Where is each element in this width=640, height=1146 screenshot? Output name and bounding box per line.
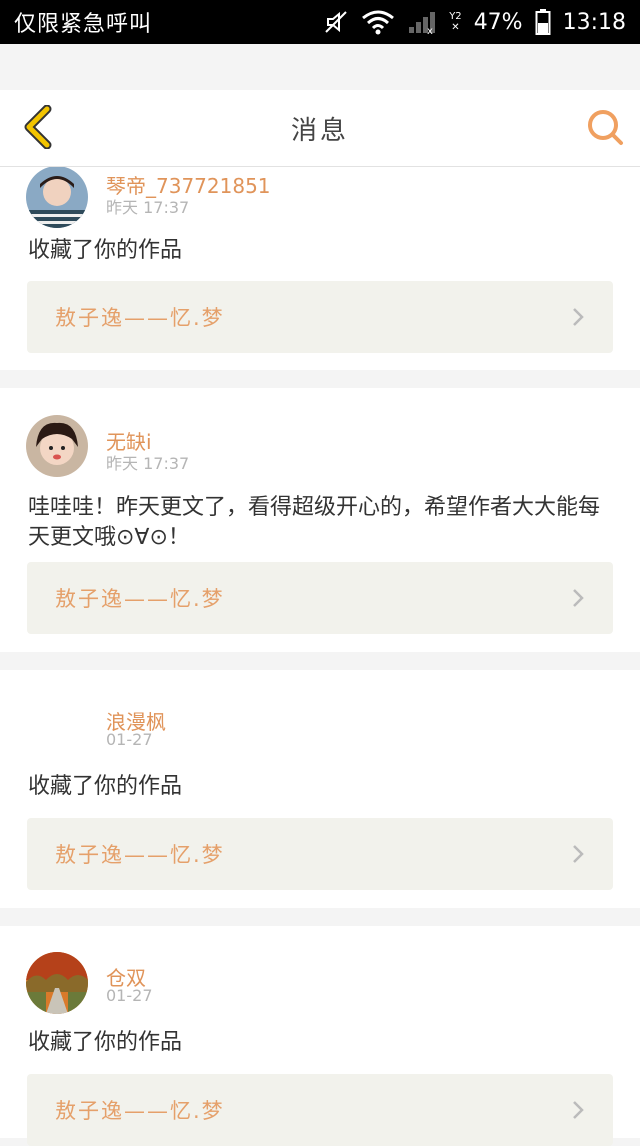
- avatar[interactable]: [26, 952, 88, 1014]
- work-link[interactable]: 敖子逸——忆.梦: [27, 562, 613, 634]
- avatar[interactable]: [26, 415, 88, 477]
- message-text: 哇哇哇！昨天更文了，看得超级开心的，希望作者大大能每天更文哦⊙∀⊙！: [28, 495, 601, 550]
- search-button[interactable]: [582, 104, 628, 150]
- svg-text:x: x: [427, 26, 433, 35]
- status-bar: 仅限紧急呼叫 x Y2 ✕ 47% 13:18: [0, 0, 640, 44]
- carrier-text: 仅限紧急呼叫: [14, 12, 153, 37]
- page-title: 消息: [290, 115, 349, 146]
- chevron-right-icon: [573, 1101, 584, 1119]
- work-title: 敖子逸——忆.梦: [55, 587, 225, 611]
- wifi-icon: [362, 10, 395, 35]
- message-card: 琴帝_737721851 昨天 17:37 收藏了你的作品 敖子逸——忆.梦: [0, 150, 640, 370]
- message-card: 仓双 01-27 收藏了你的作品 敖子逸——忆.梦: [0, 926, 640, 1146]
- work-link[interactable]: 敖子逸——忆.梦: [27, 818, 613, 890]
- work-title: 敖子逸——忆.梦: [55, 1099, 225, 1123]
- mute-icon: [325, 11, 347, 33]
- message-time: 昨天 17:37: [106, 198, 190, 217]
- message-time: 01-27: [106, 730, 153, 749]
- avatar-image: [26, 166, 88, 228]
- sim-label: Y2: [449, 11, 462, 22]
- avatar[interactable]: [26, 166, 88, 228]
- message-text: 收藏了你的作品: [28, 1030, 183, 1055]
- work-link[interactable]: 敖子逸——忆.梦: [27, 1074, 613, 1146]
- message-text: 收藏了你的作品: [28, 238, 183, 263]
- nav-bar: 消息: [0, 90, 640, 167]
- work-title: 敖子逸——忆.梦: [55, 306, 225, 330]
- chevron-left-icon: [24, 105, 52, 149]
- chevron-right-icon: [573, 308, 584, 326]
- chevron-right-icon: [573, 845, 584, 863]
- top-spacer: [0, 44, 640, 90]
- work-link[interactable]: 敖子逸——忆.梦: [27, 281, 613, 353]
- sim-indicator: Y2 ✕: [449, 11, 461, 33]
- signal-icon: x: [409, 12, 436, 35]
- message-text: 收藏了你的作品: [28, 774, 183, 799]
- message-time: 昨天 17:37: [106, 454, 190, 473]
- search-icon: [588, 110, 623, 145]
- avatar-image: [26, 415, 88, 477]
- battery-icon: [535, 9, 551, 35]
- message-time: 01-27: [106, 986, 153, 1005]
- work-title: 敖子逸——忆.梦: [55, 843, 225, 867]
- message-card: 浪漫枫 01-27 收藏了你的作品 敖子逸——忆.梦: [0, 670, 640, 908]
- battery-percent: 47%: [473, 9, 523, 35]
- back-button[interactable]: [14, 104, 60, 150]
- status-indicators: x Y2 ✕ 47% 13:18: [323, 8, 626, 36]
- sim-cross-icon: ✕: [451, 22, 460, 33]
- clock: 13:18: [562, 9, 626, 35]
- message-card: 无缺i 昨天 17:37 哇哇哇！昨天更文了，看得超级开心的，希望作者大大能每天…: [0, 388, 640, 652]
- avatar-image: [26, 952, 88, 1014]
- chevron-right-icon: [573, 589, 584, 607]
